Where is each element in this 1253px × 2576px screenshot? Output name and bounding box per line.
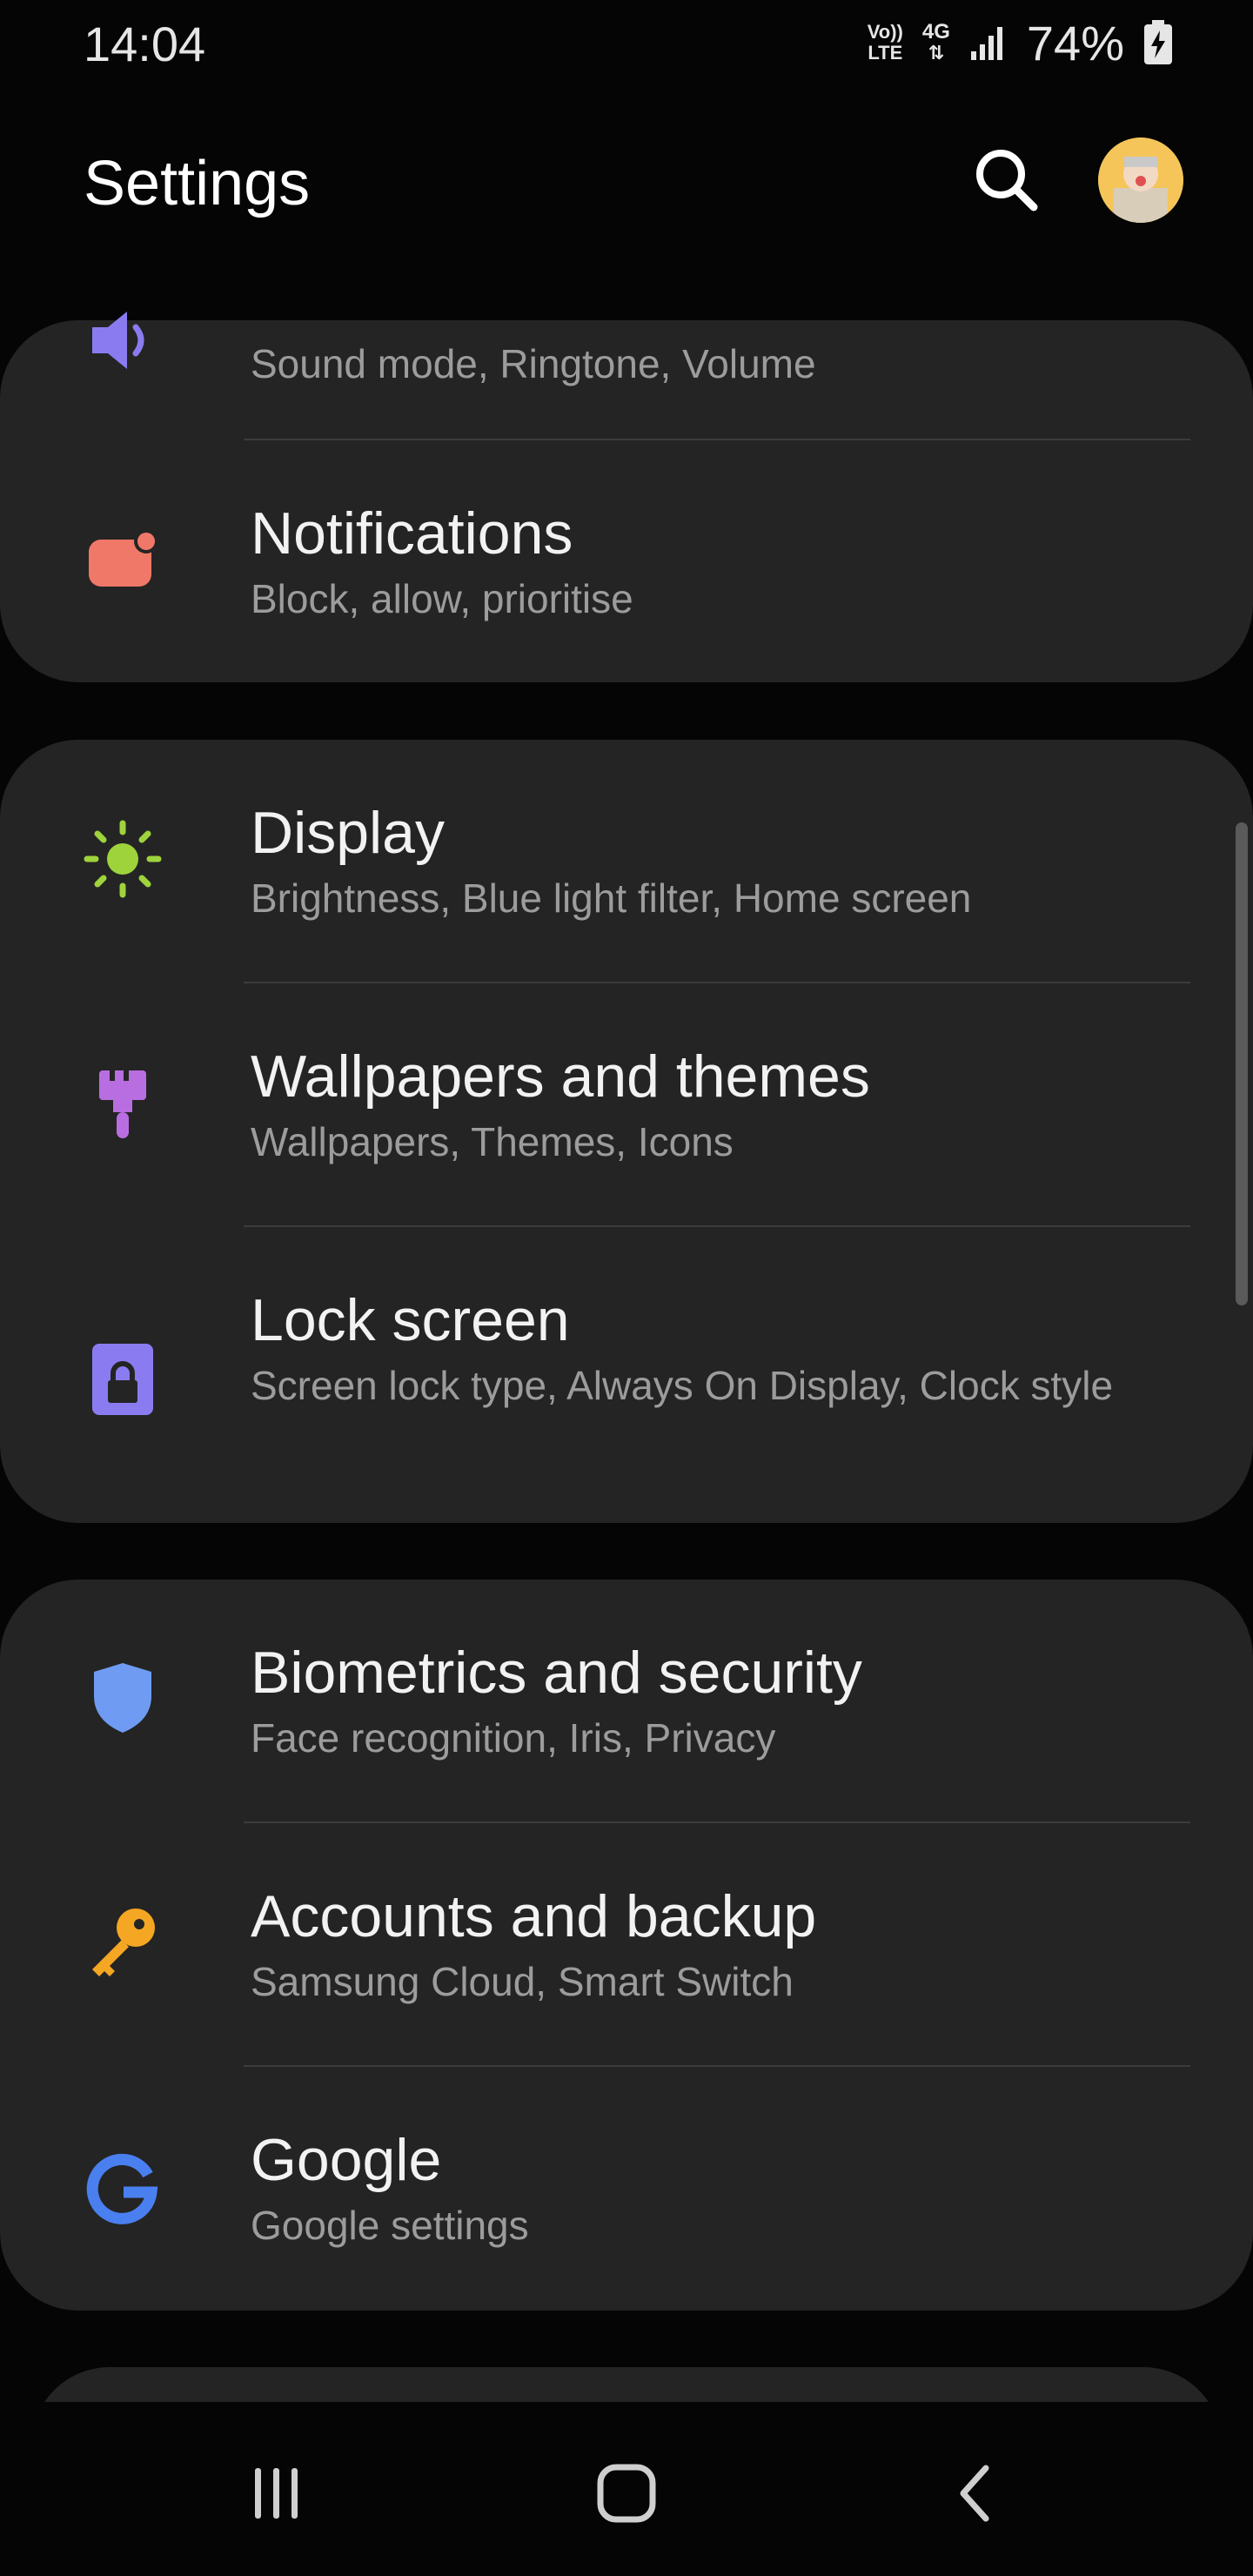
settings-item-sounds[interactable]: Sound mode, Ringtone, Volume bbox=[0, 261, 1253, 435]
profile-avatar-icon bbox=[1098, 138, 1183, 223]
notifications-icon bbox=[84, 522, 162, 600]
page-title: Settings bbox=[84, 149, 311, 218]
recents-icon bbox=[255, 2468, 298, 2519]
brush-icon bbox=[84, 1065, 162, 1144]
avatar[interactable] bbox=[1098, 138, 1183, 223]
battery-percent: 74% bbox=[1026, 15, 1124, 70]
home-icon bbox=[597, 2464, 656, 2523]
settings-item-subtitle: Brightness, Blue light filter, Home scre… bbox=[251, 875, 972, 921]
signal-icon bbox=[970, 27, 1002, 60]
settings-item-display[interactable]: Display Brightness, Blue light filter, H… bbox=[0, 740, 1253, 983]
settings-item-subtitle: Face recognition, Iris, Privacy bbox=[251, 1715, 776, 1761]
volte-icon: Vo)) LTE bbox=[867, 21, 903, 64]
app-header: Settings bbox=[0, 113, 1253, 261]
settings-item-title: Display bbox=[251, 800, 445, 866]
scrollbar[interactable] bbox=[1236, 822, 1248, 1305]
settings-item-title: Lock screen bbox=[251, 1287, 570, 1353]
settings-card-4 bbox=[31, 2367, 1222, 2402]
search-icon bbox=[976, 150, 1038, 211]
settings-item-notifications[interactable]: Notifications Block, allow, prioritise bbox=[0, 440, 1253, 682]
status-bar: 14:04 Vo)) LTE 4G ⇅ 74% bbox=[0, 0, 1253, 87]
settings-item-subtitle: Sound mode, Ringtone, Volume bbox=[251, 341, 816, 386]
settings-item-subtitle: Screen lock type, Always On Display, Clo… bbox=[251, 1363, 1114, 1408]
settings-item-subtitle: Google settings bbox=[251, 2203, 529, 2248]
status-icons: Vo)) LTE 4G ⇅ 74% bbox=[868, 12, 1173, 73]
home-button[interactable] bbox=[574, 2445, 679, 2541]
settings-item-subtitle: Samsung Cloud, Smart Switch bbox=[251, 1959, 794, 2004]
search-button[interactable] bbox=[966, 139, 1049, 223]
settings-item-lock-screen[interactable]: Lock screen Screen lock type, Always On … bbox=[0, 1227, 1253, 1523]
settings-item-title: Wallpapers and themes bbox=[251, 1043, 870, 1110]
back-icon bbox=[960, 2465, 989, 2522]
settings-item-wallpapers-themes[interactable]: Wallpapers and themes Wallpapers, Themes… bbox=[0, 983, 1253, 1227]
settings-item-google[interactable]: Google Google settings bbox=[0, 2067, 1253, 2311]
settings-item-accounts-backup[interactable]: Accounts and backup Samsung Cloud, Smart… bbox=[0, 1823, 1253, 2067]
settings-item-title: Accounts and backup bbox=[251, 1883, 817, 1949]
settings-item-subtitle: Wallpapers, Themes, Icons bbox=[251, 1119, 734, 1164]
key-icon bbox=[84, 1902, 162, 1980]
settings-list[interactable]: Sound mode, Ringtone, Volume Notificatio… bbox=[0, 261, 1253, 2402]
lock-icon bbox=[84, 1340, 162, 1419]
status-time: 14:04 bbox=[84, 17, 206, 71]
settings-item-title: Google bbox=[251, 2127, 442, 2193]
google-icon bbox=[84, 2149, 162, 2227]
back-button[interactable] bbox=[924, 2445, 1029, 2541]
settings-item-biometrics-security[interactable]: Biometrics and security Face recognition… bbox=[0, 1580, 1253, 1823]
settings-item-title: Notifications bbox=[251, 500, 573, 567]
network-4g-icon: 4G ⇅ bbox=[921, 20, 950, 64]
sound-icon bbox=[84, 301, 162, 379]
recents-button[interactable] bbox=[224, 2445, 329, 2541]
battery-charging-icon bbox=[1144, 20, 1172, 64]
settings-item-subtitle: Block, allow, prioritise bbox=[251, 576, 633, 621]
settings-item-title: Biometrics and security bbox=[251, 1640, 862, 1706]
display-brightness-icon bbox=[84, 820, 162, 898]
shield-icon bbox=[84, 1658, 162, 1736]
